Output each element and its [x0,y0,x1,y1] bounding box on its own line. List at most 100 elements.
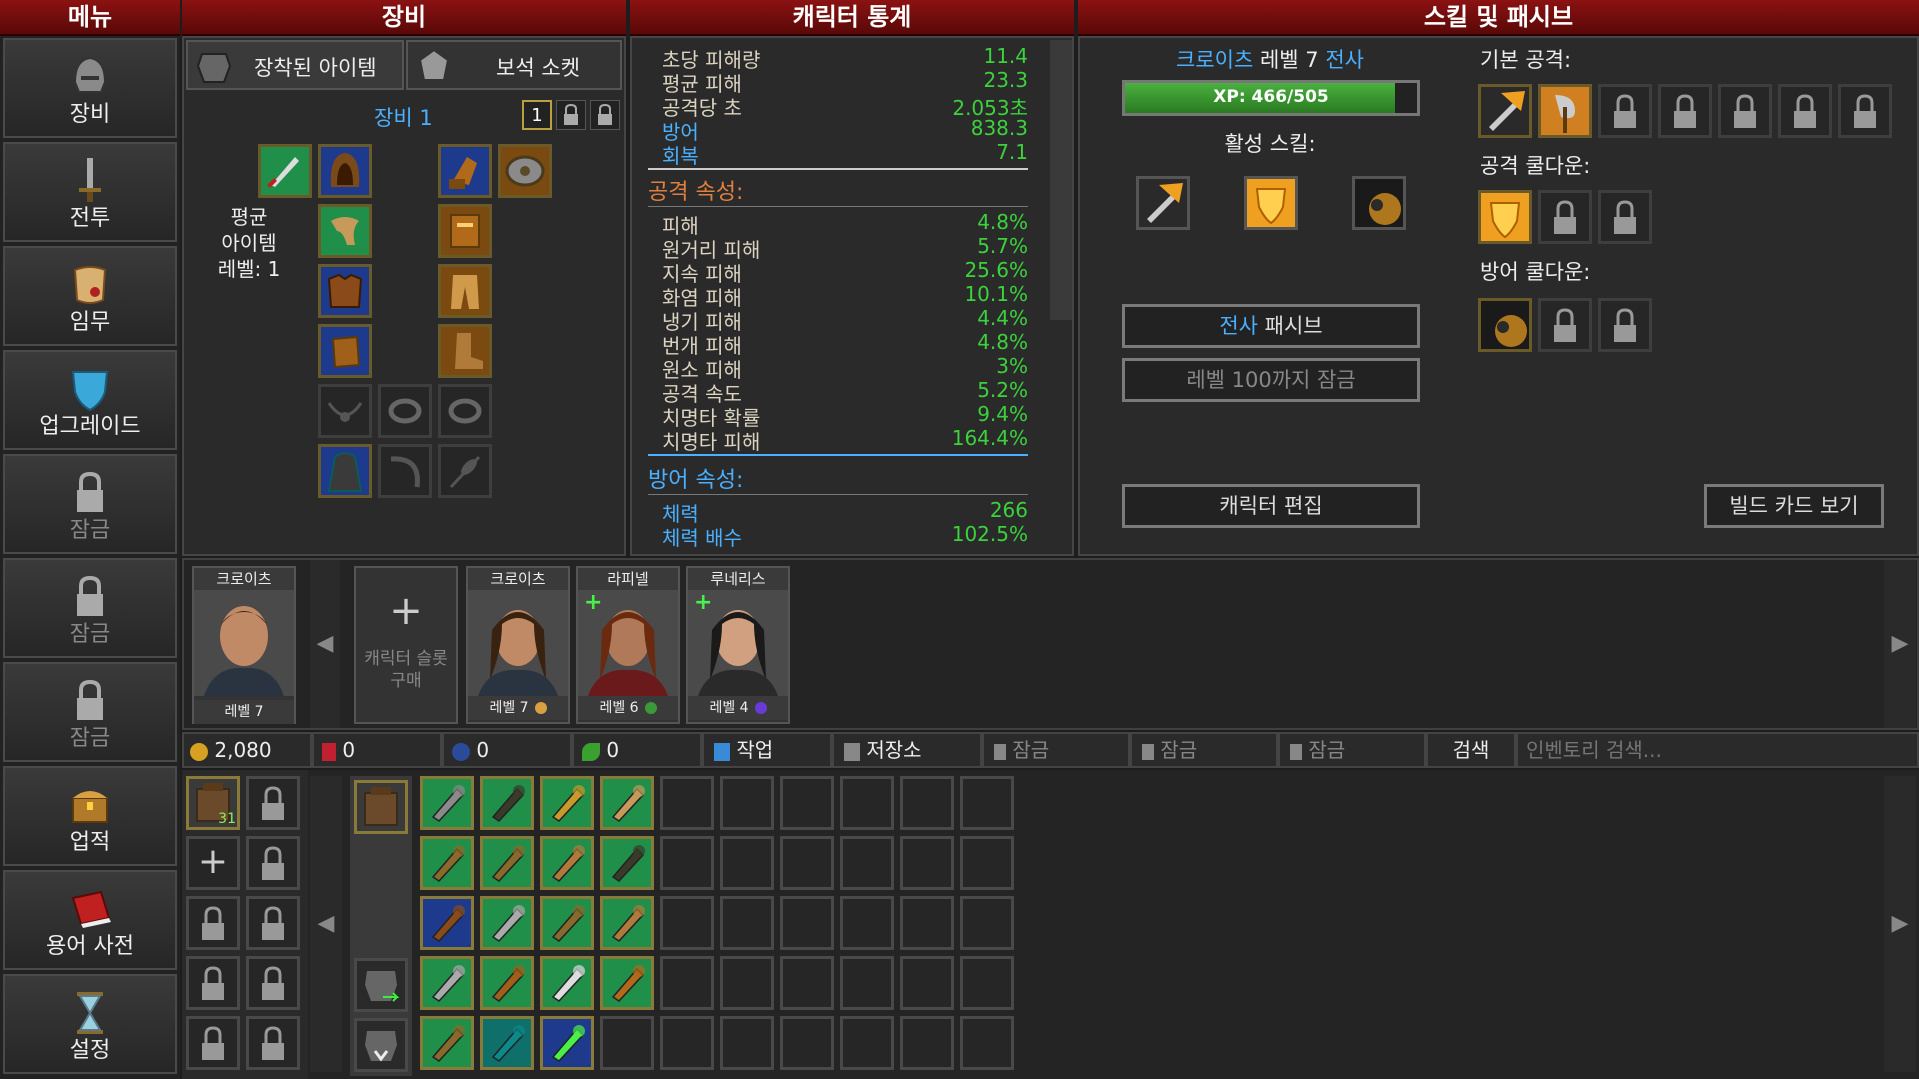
roster-character-card[interactable]: 크로이츠 레벨 7 [466,566,570,724]
active-skill-3[interactable] [1352,176,1406,230]
inventory-item[interactable] [420,776,474,830]
inventory-item[interactable] [480,896,534,950]
inventory-empty-slot[interactable] [960,956,1014,1010]
inventory-empty-slot[interactable] [780,1016,834,1070]
slot-amulet[interactable] [318,384,372,438]
inventory-item[interactable] [420,836,474,890]
slot-trinket-2[interactable] [438,444,492,498]
slot-ring-2[interactable] [438,384,492,438]
inventory-empty-slot[interactable] [960,1016,1014,1070]
basic-attack-slot-1[interactable] [1478,84,1532,138]
inventory-empty-slot[interactable] [720,956,774,1010]
roster-character-card[interactable]: 라피넬 + 레벨 6 [576,566,680,724]
stats-scrollbar[interactable] [1050,40,1072,320]
inventory-empty-slot[interactable] [840,956,894,1010]
inventory-empty-slot[interactable] [720,836,774,890]
inventory-item[interactable] [540,896,594,950]
edit-character-button[interactable]: 캐릭터 편집 [1122,484,1420,528]
bag-slot-1[interactable]: 31 [186,776,240,830]
equip-set-1-button[interactable]: 1 [522,100,552,130]
inventory-item[interactable] [540,956,594,1010]
slot-belt[interactable] [438,204,492,258]
inventory-item[interactable] [540,836,594,890]
inventory-empty-slot[interactable] [900,956,954,1010]
nav-upgrade[interactable]: 업그레이드 [3,350,177,450]
inventory-next-arrow[interactable]: ▶ [1884,776,1916,1072]
slot-chest[interactable] [318,264,372,318]
nav-combat[interactable]: 전투 [3,142,177,242]
inventory-empty-slot[interactable] [780,956,834,1010]
active-character-card[interactable]: 크로이츠 레벨 7 [192,566,296,724]
active-skill-1[interactable] [1136,176,1190,230]
equip-backpack-slot[interactable] [354,780,408,834]
inventory-item[interactable] [420,896,474,950]
inventory-empty-slot[interactable] [900,836,954,890]
inventory-empty-slot[interactable] [660,956,714,1010]
inventory-item[interactable] [600,836,654,890]
nav-settings[interactable]: 설정 [3,974,177,1074]
inventory-prev-arrow[interactable]: ◀ [310,776,342,1072]
inventory-empty-slot[interactable] [900,896,954,950]
defense-cooldown-slot-1[interactable] [1478,298,1532,352]
inventory-empty-slot[interactable] [780,836,834,890]
inventory-empty-slot[interactable] [660,896,714,950]
inventory-item[interactable] [480,776,534,830]
view-build-card-button[interactable]: 빌드 카드 보기 [1704,484,1884,528]
inventory-item[interactable] [540,776,594,830]
slot-legs[interactable] [438,264,492,318]
attack-cooldown-slot-1[interactable] [1478,190,1532,244]
slot-weapon[interactable] [258,144,312,198]
nav-achievements[interactable]: 업적 [3,766,177,866]
add-bag-slot[interactable]: + [186,836,240,890]
nav-equipment[interactable]: 장비 [3,38,177,138]
class-passive-button[interactable]: 전사 패시브 [1122,304,1420,348]
inventory-empty-slot[interactable] [900,1016,954,1070]
inventory-empty-slot[interactable] [720,776,774,830]
active-skill-2[interactable] [1244,176,1298,230]
inventory-item[interactable] [480,956,534,1010]
inventory-empty-slot[interactable] [840,1016,894,1070]
inventory-item[interactable] [480,1016,534,1070]
search-button[interactable]: 검색 [1426,732,1516,768]
tab-craft[interactable]: 작업 [702,732,832,768]
nav-glossary[interactable]: 용어 사전 [3,870,177,970]
inventory-empty-slot[interactable] [660,836,714,890]
inventory-empty-slot[interactable] [960,776,1014,830]
swap-equipment-button[interactable] [354,958,408,1012]
inventory-item[interactable] [420,1016,474,1070]
slot-gloves[interactable] [438,144,492,198]
inventory-item[interactable] [600,776,654,830]
tab-storage[interactable]: 저장소 [832,732,982,768]
inventory-empty-slot[interactable] [840,776,894,830]
inventory-empty-slot[interactable] [780,896,834,950]
inventory-empty-slot[interactable] [660,1016,714,1070]
inventory-empty-slot[interactable] [600,1016,654,1070]
inventory-empty-slot[interactable] [720,896,774,950]
slot-offhand[interactable] [498,144,552,198]
inventory-item[interactable] [480,836,534,890]
roster-prev-arrow[interactable]: ◀ [310,560,340,728]
inventory-item[interactable] [600,896,654,950]
nav-quests[interactable]: 임무 [3,246,177,346]
roster-character-card[interactable]: 루네리스 + 레벨 4 [686,566,790,724]
inventory-empty-slot[interactable] [720,1016,774,1070]
slot-ring-1[interactable] [378,384,432,438]
salvage-button[interactable] [354,1018,408,1072]
inventory-search-input[interactable] [1516,732,1919,768]
tab-gem-sockets[interactable]: 보석 소켓 [406,40,622,90]
roster-next-arrow[interactable]: ▶ [1884,560,1916,728]
inventory-empty-slot[interactable] [660,776,714,830]
inventory-item[interactable] [540,1016,594,1070]
slot-trinket-1[interactable] [378,444,432,498]
slot-boots[interactable] [438,324,492,378]
inventory-empty-slot[interactable] [780,776,834,830]
slot-neck[interactable] [318,204,372,258]
equip-set-title[interactable]: 장비 1 [374,102,433,132]
slot-cloak[interactable] [318,444,372,498]
inventory-empty-slot[interactable] [900,776,954,830]
inventory-empty-slot[interactable] [840,896,894,950]
slot-helmet[interactable] [318,144,372,198]
slot-bracers[interactable] [318,324,372,378]
inventory-item[interactable] [600,956,654,1010]
inventory-item[interactable] [420,956,474,1010]
